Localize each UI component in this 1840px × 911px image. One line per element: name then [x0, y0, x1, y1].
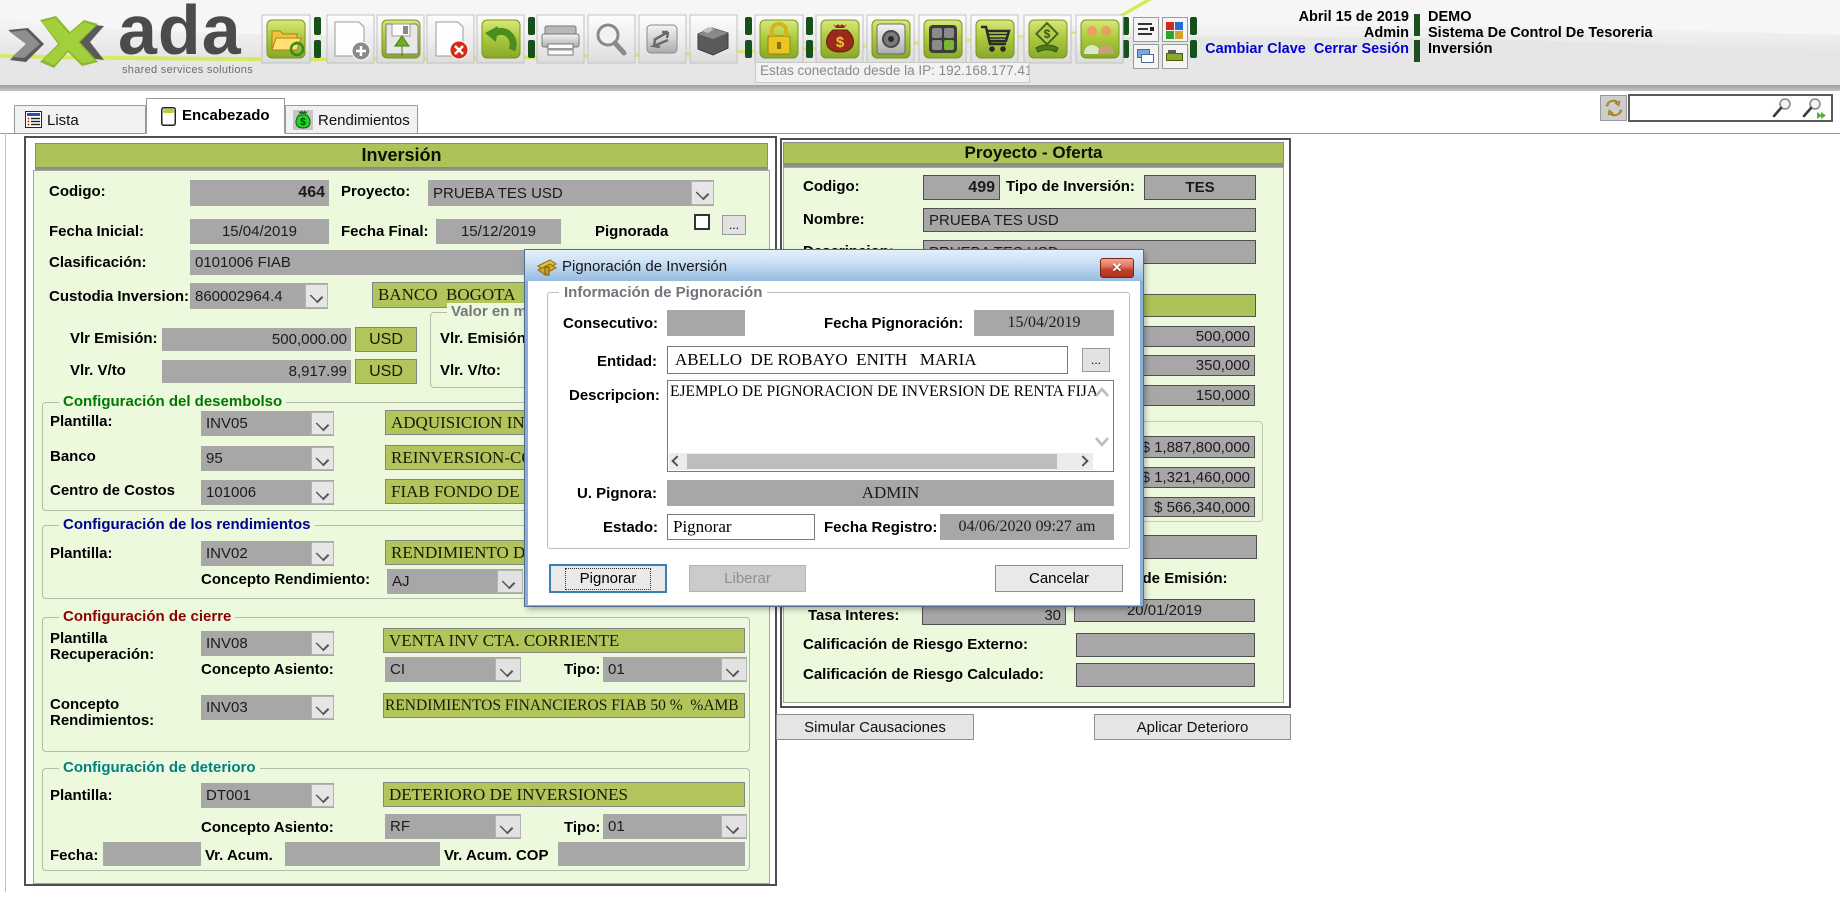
svg-text:$: $	[300, 117, 306, 128]
svg-text:$: $	[1044, 27, 1051, 41]
svg-text:$: $	[836, 34, 845, 51]
